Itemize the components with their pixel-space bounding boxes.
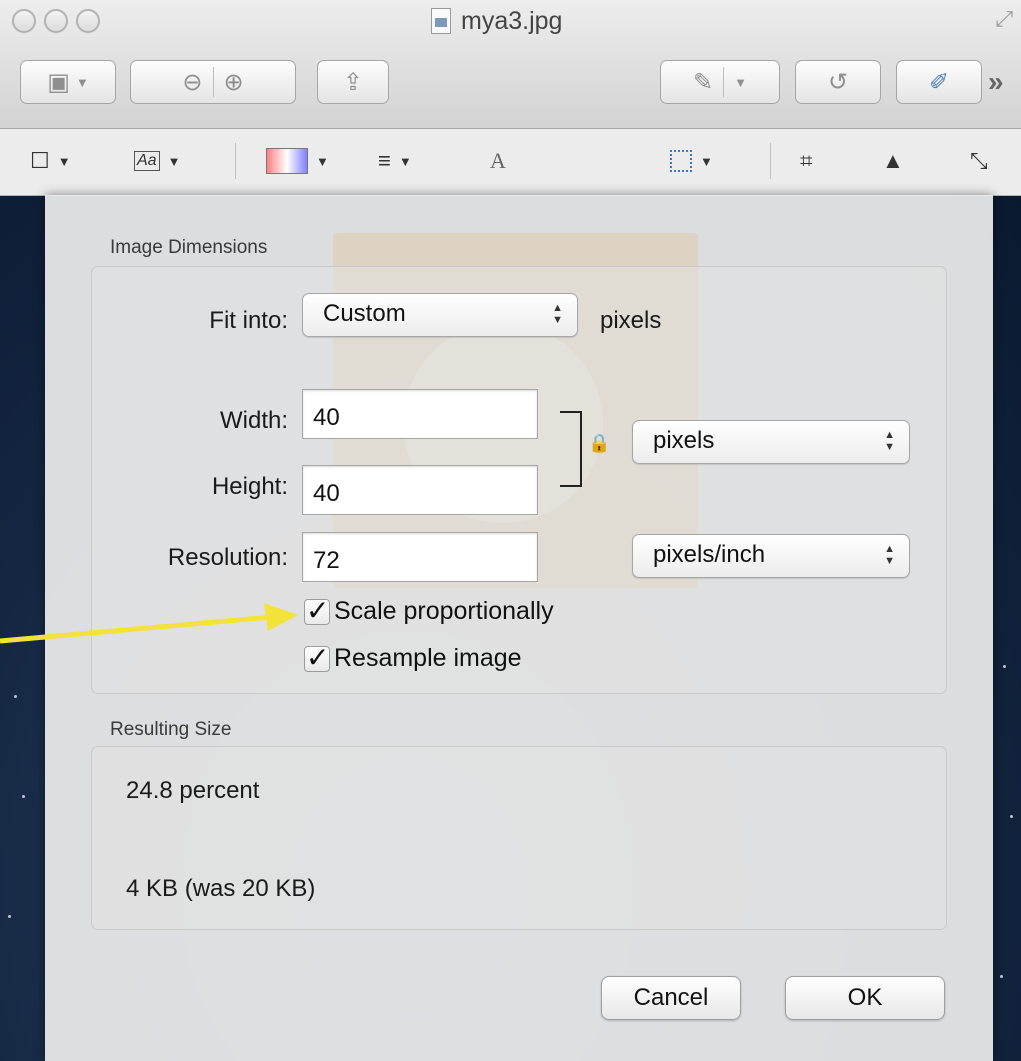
fit-into-unit: pixels xyxy=(600,307,662,334)
popup-arrows-icon: ▲ ▼ xyxy=(552,302,563,326)
resolution-field[interactable] xyxy=(302,532,538,582)
share-icon: ⇪ xyxy=(342,68,364,96)
rotate-button[interactable]: ↺ xyxy=(795,60,881,104)
annotation-arrow-head xyxy=(264,603,298,631)
popup-arrows-icon: ▲ ▼ xyxy=(884,543,895,567)
size-unit-value: pixels xyxy=(653,427,715,454)
window-title-text: mya3.jpg xyxy=(461,6,563,35)
toolbar-overflow-icon[interactable]: » xyxy=(988,66,1004,98)
rectangle-icon: ☐ xyxy=(30,148,50,173)
fit-into-value: Custom xyxy=(323,300,406,327)
image-dimensions-label: Image Dimensions xyxy=(110,237,268,258)
height-field[interactable] xyxy=(302,465,538,515)
shapes-tool[interactable]: ☐ ▼ xyxy=(30,145,71,177)
fit-into-popup[interactable]: Custom ▲ ▼ xyxy=(302,293,578,337)
color-tool[interactable]: ▼ xyxy=(266,145,329,177)
fit-into-label: Fit into: xyxy=(209,307,288,334)
markup-toolbar: ☐ ▼ Aa ▼ ▼ ≡ ▼ A ▼ ⌗ ▲ ⤡ xyxy=(0,129,1021,196)
pen-icon: ✎ xyxy=(693,68,714,96)
size-unit-popup[interactable]: pixels ▲ ▼ xyxy=(632,420,910,464)
rectangular-selection-icon xyxy=(670,150,692,172)
selection-tool[interactable]: ▼ xyxy=(670,145,713,177)
ok-button[interactable]: OK xyxy=(785,976,945,1020)
resulting-file-size: 4 KB (was 20 KB) xyxy=(126,875,316,902)
chevron-down-icon: ▼ xyxy=(167,153,181,169)
text-box-icon: Aa xyxy=(134,151,160,171)
resulting-size-group: 24.8 percent 4 KB (was 20 KB) xyxy=(91,746,947,930)
edit-toolbar-button[interactable]: ✐ xyxy=(896,60,982,104)
close-window-button[interactable] xyxy=(12,9,36,33)
text-box-tool[interactable]: Aa ▼ xyxy=(134,145,180,177)
height-label: Height: xyxy=(211,473,288,500)
zoom-in-icon[interactable]: ⊕ xyxy=(224,68,244,97)
resample-image-checkbox[interactable]: ✓ Resample image xyxy=(304,642,522,673)
adjust-size-tool[interactable]: ⤡ xyxy=(970,145,988,177)
resolution-label: Resolution: xyxy=(167,544,288,571)
resize-icon: ⤡ xyxy=(970,148,988,173)
fullscreen-icon[interactable]: ⤢ xyxy=(995,6,1013,32)
rotate-icon: ↺ xyxy=(827,68,849,96)
zoom-out-icon[interactable]: ⊖ xyxy=(182,68,202,97)
zoom-window-button[interactable] xyxy=(76,9,100,33)
resample-image-label: Resample image xyxy=(334,644,522,672)
crop-icon: ⌗ xyxy=(800,148,813,173)
sidebar-view-icon: ▣ xyxy=(47,68,70,96)
annotation-arrow-shaft xyxy=(0,614,273,644)
aspect-link-bracket xyxy=(560,411,582,487)
chevron-down-icon: ▼ xyxy=(700,153,713,169)
resulting-size-label: Resulting Size xyxy=(110,719,232,740)
resolution-unit-popup[interactable]: pixels/inch ▲ ▼ xyxy=(632,534,910,578)
color-swatch-icon xyxy=(266,148,308,174)
chevron-down-icon: ▼ xyxy=(57,153,71,169)
prism-icon: ▲ xyxy=(882,148,904,173)
zoom-segmented-control[interactable]: ⊖ ⊕ xyxy=(130,60,296,104)
chevron-down-icon: ▼ xyxy=(75,74,89,90)
share-button[interactable]: ⇪ xyxy=(317,60,389,104)
width-label: Width: xyxy=(219,407,288,434)
annotation-arrow xyxy=(0,603,298,644)
image-file-icon xyxy=(431,8,451,34)
width-field[interactable] xyxy=(302,389,538,439)
scale-proportionally-label: Scale proportionally xyxy=(334,597,554,625)
text-style-icon: A xyxy=(490,148,506,173)
view-menu-button[interactable]: ▣ ▼ xyxy=(20,60,116,104)
lock-icon[interactable]: 🔒 xyxy=(588,433,610,454)
resulting-percent: 24.8 percent xyxy=(126,777,260,804)
resolution-unit-value: pixels/inch xyxy=(653,541,766,568)
line-style-icon: ≡ xyxy=(378,148,391,173)
popup-arrows-icon: ▲ ▼ xyxy=(884,429,895,453)
crop-tool[interactable]: ⌗ xyxy=(800,145,812,177)
chevron-down-icon: ▼ xyxy=(316,153,329,169)
font-tool[interactable]: A xyxy=(490,145,506,177)
window-title: mya3.jpg xyxy=(431,6,562,36)
window-titlebar: mya3.jpg ⤢ ▣ ▼ ⊖ ⊕ ⇪ ✎ ▼ ↺ ✐ » xyxy=(0,0,1021,129)
line-style-tool[interactable]: ≡ ▼ xyxy=(378,145,412,177)
pencil-box-icon: ✐ xyxy=(928,68,950,96)
cancel-button[interactable]: Cancel xyxy=(601,976,741,1020)
annotate-menu-button[interactable]: ✎ ▼ xyxy=(660,60,780,104)
chevron-down-icon: ▼ xyxy=(734,74,747,90)
chevron-down-icon: ▼ xyxy=(398,153,412,169)
minimize-window-button[interactable] xyxy=(44,9,68,33)
adjust-color-tool[interactable]: ▲ xyxy=(882,145,904,177)
scale-proportionally-checkbox[interactable]: ✓ Scale proportionally xyxy=(304,595,554,626)
